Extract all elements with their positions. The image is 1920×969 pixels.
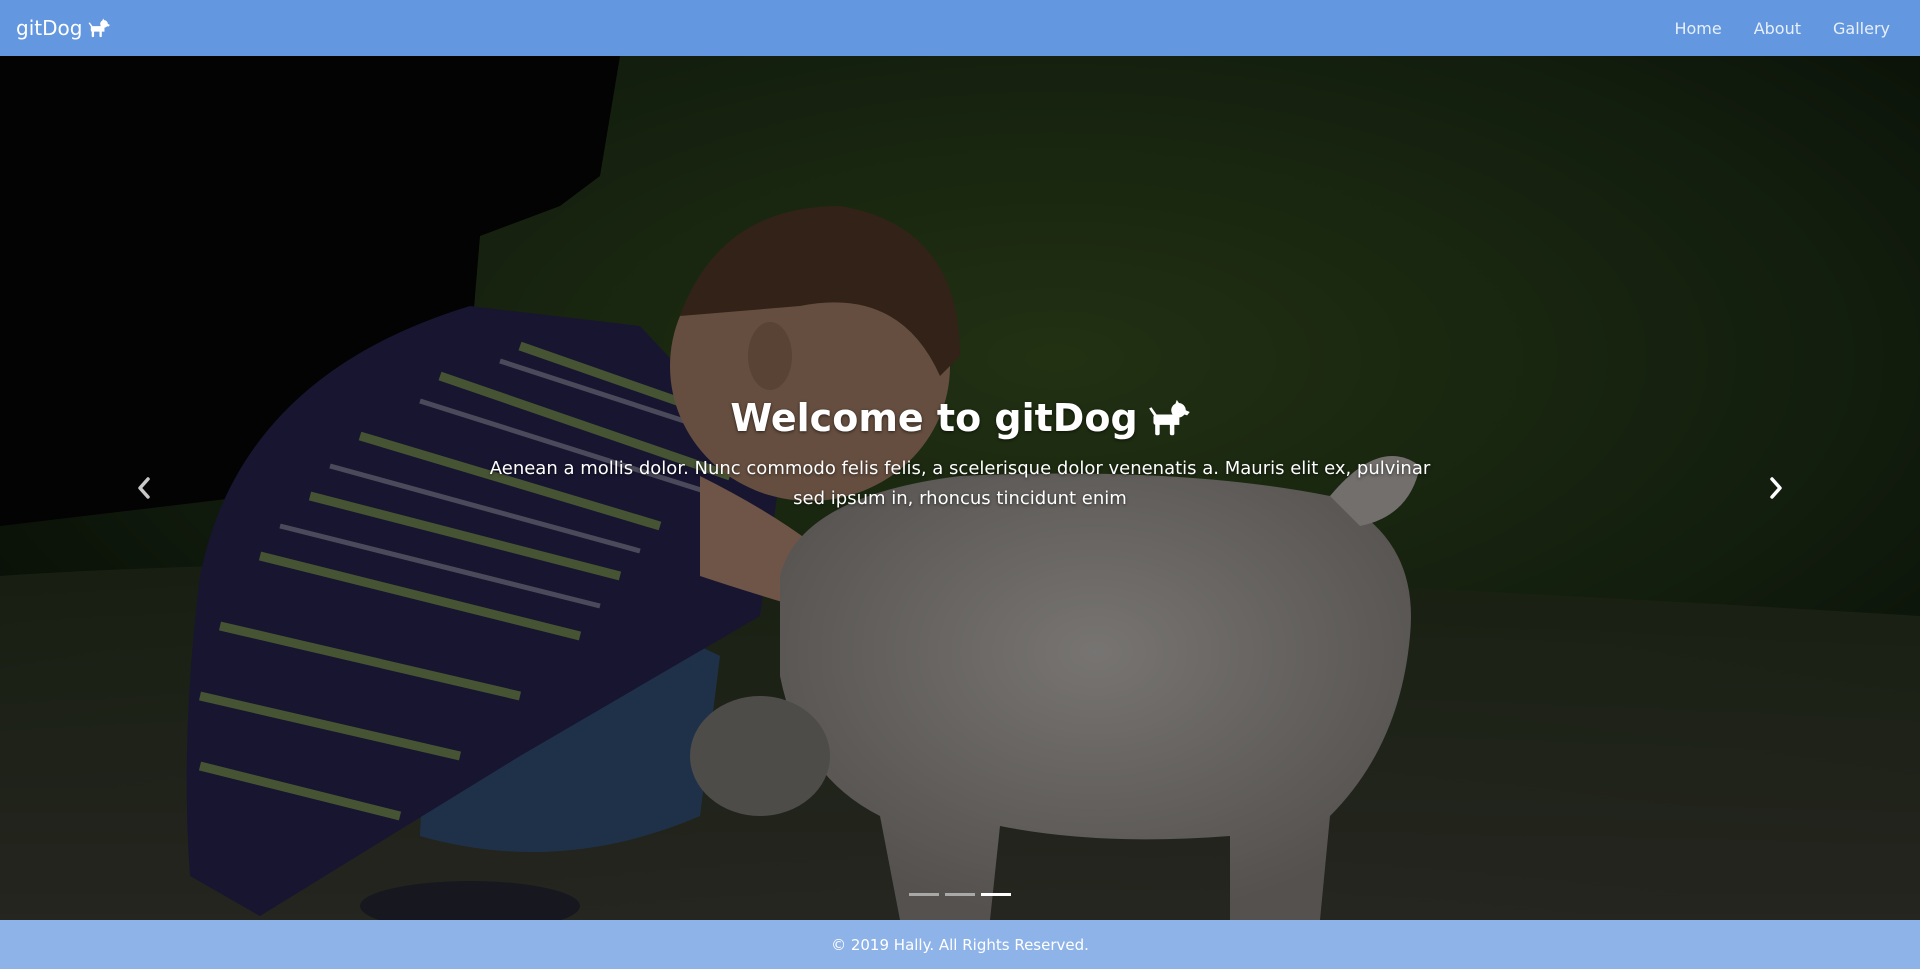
navbar: gitDog Home About Gallery (0, 0, 1920, 56)
hero-title: Welcome to gitDog (730, 396, 1190, 440)
nav-links: Home About Gallery (1642, 19, 1890, 38)
footer: © 2019 Hally. All Rights Reserved. (0, 920, 1920, 969)
nav-about[interactable]: About (1754, 19, 1801, 38)
hero-caption: Welcome to gitDog Aenean a mollis dolor.… (0, 396, 1920, 514)
hero-carousel: Welcome to gitDog Aenean a mollis dolor.… (0, 56, 1920, 920)
carousel-indicator-2[interactable] (945, 893, 975, 896)
brand-link[interactable]: gitDog (16, 16, 111, 40)
hero-title-text: Welcome to gitDog (730, 396, 1138, 440)
dog-icon (88, 18, 111, 38)
hero-text: Aenean a mollis dolor. Nunc commodo feli… (489, 458, 1431, 509)
brand-name: gitDog (16, 16, 83, 40)
footer-copyright: © 2019 Hally. All Rights Reserved. (831, 935, 1089, 954)
carousel-indicator-1[interactable] (909, 893, 939, 896)
nav-gallery[interactable]: Gallery (1833, 19, 1890, 38)
dog-icon (1148, 399, 1190, 436)
nav-home[interactable]: Home (1674, 19, 1721, 38)
carousel-indicator-3[interactable] (981, 893, 1011, 896)
carousel-indicators (0, 893, 1920, 896)
